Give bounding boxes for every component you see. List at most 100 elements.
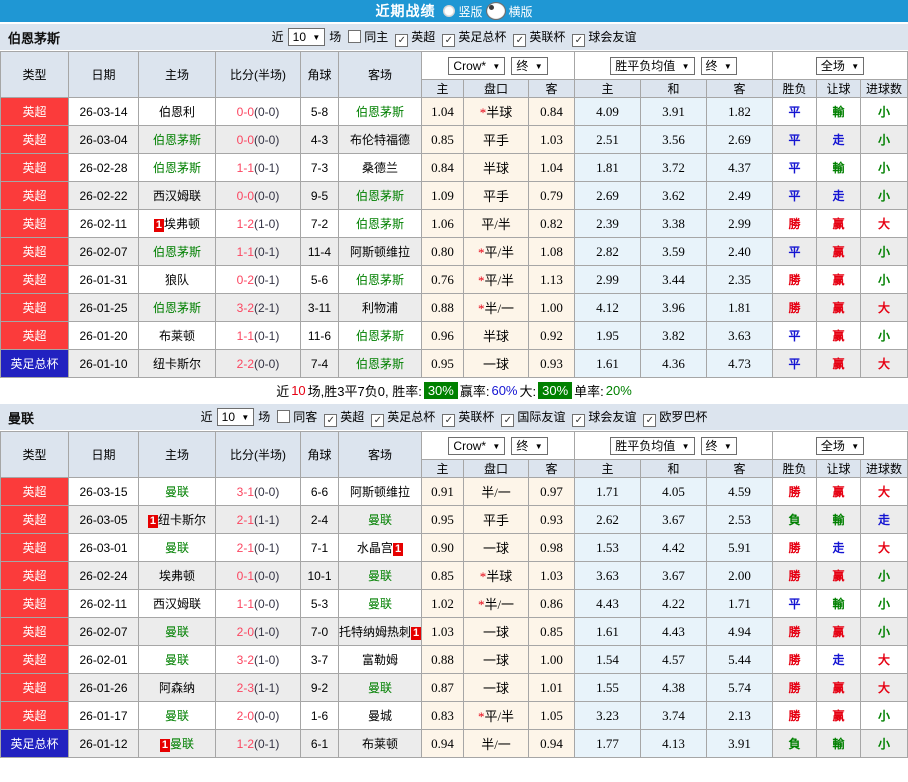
fulltime-score: 2-2	[236, 356, 254, 371]
crow-odds-group: Crow* ▼ 终 ▼	[420, 431, 576, 460]
result-cell: 平	[772, 349, 818, 378]
avg-away-odds-cell: 2.40	[706, 237, 774, 266]
dropdown-arrow-icon: ▼	[851, 441, 860, 451]
final-select[interactable]: 终 ▼	[700, 56, 737, 75]
handicap-cell: 半球	[463, 321, 529, 350]
result-cell: 平	[772, 181, 818, 210]
crow-home-odds-cell: 0.94	[421, 729, 464, 758]
result-cell: 勝	[772, 477, 818, 506]
handicap-cell: *半/一	[463, 293, 529, 322]
wdl-average-select[interactable]: 胜平负均值 ▼	[610, 56, 695, 75]
halftime-score: (1-0)	[254, 216, 280, 231]
crow-home-odds-cell: 0.96	[421, 321, 464, 350]
crow-company-select[interactable]: Crow* ▼	[448, 436, 506, 455]
same-venue-checkbox[interactable]	[348, 29, 362, 43]
league-checkbox[interactable]	[643, 413, 657, 427]
unit-label: 场	[258, 409, 271, 424]
avg-draw-odds-cell: 4.57	[640, 645, 708, 674]
result-cell: 負	[772, 505, 818, 534]
crow-home-odds-cell: 0.84	[421, 153, 464, 182]
handicap-cell: 一球	[463, 673, 529, 702]
team-name-text: 阿斯顿维拉	[349, 245, 410, 259]
result-cell: 平	[772, 125, 818, 154]
vertical-layout-radio[interactable]	[443, 5, 456, 17]
fulltime-score: 2-1	[236, 512, 254, 527]
match-row: 英超 26-02-22 西汉姆联 0-0(0-0) 9-5 伯恩茅斯 1.09 平手 0.79 2…	[0, 181, 908, 210]
team-name-text: 布伦特福德	[349, 133, 410, 147]
avg-home-odds-cell: 1.61	[574, 617, 642, 646]
corners-cell: 9-2	[300, 673, 339, 702]
full-match-select[interactable]: 全场 ▼	[815, 56, 865, 75]
league-checkbox[interactable]	[572, 413, 586, 427]
league-checkbox[interactable]	[442, 413, 456, 427]
league-checkbox[interactable]	[572, 33, 586, 47]
league-checkbox[interactable]	[371, 413, 385, 427]
column-header: 比分(半场)	[215, 51, 301, 98]
full-match-select[interactable]: 全场 ▼	[815, 436, 865, 455]
team-name-text: 西汉姆联	[152, 189, 201, 203]
final-select[interactable]: 终 ▼	[511, 56, 548, 75]
subcolumn-header: 和	[640, 459, 708, 478]
fulltime-score: 2-0	[236, 624, 254, 639]
wdl-average-select[interactable]: 胜平负均值 ▼	[610, 436, 695, 455]
handicap-cell: 一球	[463, 533, 529, 562]
match-count-select[interactable]: 10 ▼	[287, 27, 326, 46]
crow-away-odds-cell: 0.84	[527, 97, 576, 126]
league-type-cell: 英超	[0, 645, 69, 674]
crow-company-select[interactable]: Crow* ▼	[448, 56, 506, 75]
league-checkbox[interactable]	[395, 33, 409, 47]
halftime-score: (2-1)	[254, 300, 280, 315]
league-checkbox[interactable]	[442, 33, 456, 47]
league-checkbox[interactable]	[501, 413, 515, 427]
avg-home-odds-cell: 1.81	[574, 153, 642, 182]
handicap-result-cell: 赢	[816, 673, 862, 702]
home-team-cell: 狼队	[138, 265, 216, 294]
halftime-score: (0-0)	[254, 568, 280, 583]
column-header: 主场	[138, 51, 216, 98]
column-header: 客场	[338, 51, 422, 98]
corners-cell: 3-7	[300, 645, 339, 674]
avg-away-odds-cell: 2.69	[706, 125, 774, 154]
league-checkbox[interactable]	[513, 33, 527, 47]
league-type-cell: 英超	[0, 293, 69, 322]
match-row: 英超 26-02-24 埃弗顿 0-1(0-0) 10-1 曼联 0.85 *半球 1.03 3.…	[0, 561, 908, 590]
final-select[interactable]: 终 ▼	[700, 436, 737, 455]
date-cell: 26-02-11	[68, 209, 139, 238]
team-name-text: 西汉姆联	[152, 597, 201, 611]
goals-result-cell: 小	[860, 97, 908, 126]
avg-draw-odds-cell: 3.82	[640, 321, 708, 350]
horizontal-layout-radio[interactable]	[485, 2, 506, 20]
final-select[interactable]: 终 ▼	[511, 436, 548, 455]
away-team-cell: 桑德兰	[338, 153, 422, 182]
crow-away-odds-cell: 0.79	[527, 181, 576, 210]
team-name-text: 伯恩茅斯	[355, 273, 404, 287]
league-filter-label: 英超	[411, 29, 436, 44]
date-cell: 26-03-14	[68, 97, 139, 126]
crow-home-odds-cell: 0.83	[421, 701, 464, 730]
column-header: 日期	[68, 51, 139, 98]
team-name: 伯恩茅斯	[8, 30, 61, 46]
column-header: 类型	[0, 431, 69, 478]
match-row: 英足总杯 26-01-12 1 曼联 1-2(0-1) 6-1 布莱顿 0.94 半/一 0.94…	[0, 729, 908, 758]
corners-cell: 9-5	[300, 181, 339, 210]
same-venue-label: 同客	[293, 409, 318, 424]
avg-home-odds-cell: 1.54	[574, 645, 642, 674]
league-filter-label: 英联杯	[458, 409, 495, 424]
away-team-cell: 伯恩茅斯	[338, 209, 422, 238]
corners-cell: 4-3	[300, 125, 339, 154]
league-checkbox[interactable]	[324, 413, 338, 427]
crow-away-odds-cell: 0.92	[527, 321, 576, 350]
home-team-cell: 埃弗顿	[138, 561, 216, 590]
same-venue-checkbox[interactable]	[277, 409, 291, 423]
handicap-cell: 半球	[463, 153, 529, 182]
away-team-cell: 阿斯顿维拉	[338, 477, 422, 506]
score-cell: 2-3(1-1)	[215, 673, 301, 702]
team-name-text: 曼联	[170, 737, 195, 751]
date-cell: 26-02-11	[68, 589, 139, 618]
result-cell: 勝	[772, 673, 818, 702]
match-count-select[interactable]: 10 ▼	[216, 407, 255, 426]
score-cell: 1-2(1-0)	[215, 209, 301, 238]
handicap-result-cell: 赢	[816, 209, 862, 238]
team-name-text: 纽卡斯尔	[158, 513, 207, 527]
avg-draw-odds-cell: 4.36	[640, 349, 708, 378]
